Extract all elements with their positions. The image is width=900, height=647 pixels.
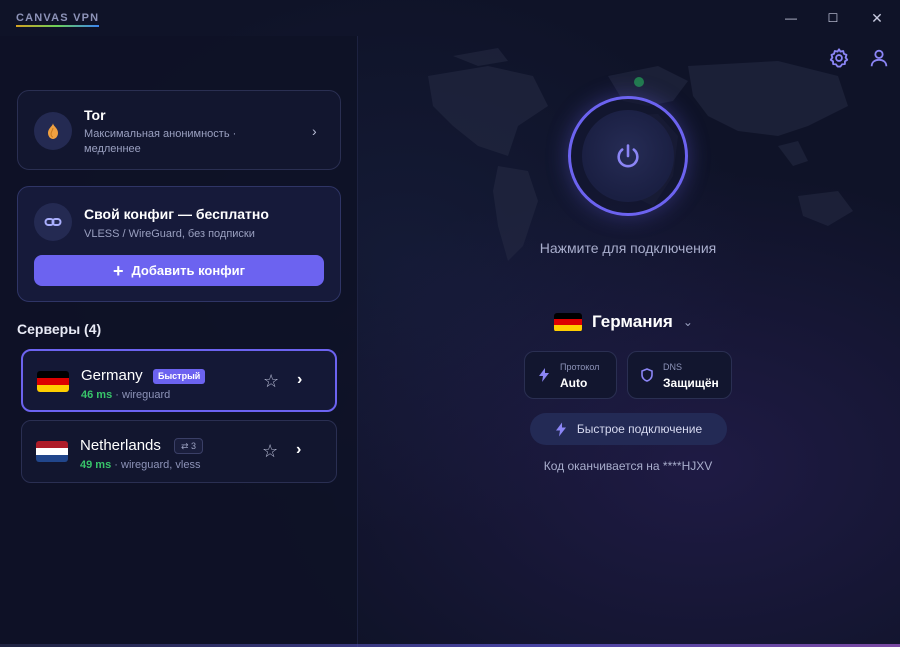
quick-connect-button[interactable]: Быстрое подключение [530, 413, 727, 445]
ping-value: 46 ms [81, 389, 113, 401]
shield-icon [641, 368, 653, 382]
custom-config-card: Свой конфиг — бесплатно VLESS / WireGuar… [17, 186, 341, 302]
chevron-right-icon[interactable]: › [297, 371, 302, 389]
fast-badge: Быстрый [153, 369, 206, 384]
add-config-button[interactable]: + Добавить конфиг [34, 255, 324, 286]
user-icon[interactable] [868, 47, 890, 69]
chevron-right-icon: › [312, 123, 317, 139]
left-panel: Tor Максимальная анонимность · медленнее… [0, 36, 358, 647]
add-config-label: Добавить конфиг [131, 263, 245, 278]
protocol-value: Auto [560, 376, 588, 390]
link-icon [34, 203, 72, 241]
server-name: Germany [81, 367, 143, 384]
power-icon [617, 144, 639, 168]
star-icon[interactable]: ☆ [262, 441, 278, 462]
app-title: CANVAS VPN [16, 12, 100, 27]
chevron-right-icon[interactable]: › [296, 441, 301, 459]
config-title: Свой конфиг — бесплатно [84, 206, 269, 222]
chevron-down-icon: ⌄ [682, 315, 693, 329]
close-button[interactable]: ✕ [866, 8, 888, 28]
star-icon[interactable]: ☆ [263, 371, 279, 392]
quick-connect-label: Быстрое подключение [576, 422, 703, 436]
server-meta: 49 ms · wireguard, vless [80, 459, 201, 471]
app-window: CANVAS VPN — ☐ ✕ Tor Максимальная аноним… [0, 0, 900, 647]
power-button[interactable] [568, 96, 688, 216]
server-meta: 46 ms · wireguard [81, 389, 171, 401]
config-subtitle: VLESS / WireGuard, без подписки [84, 228, 255, 240]
ping-value: 49 ms [80, 459, 112, 471]
country-selector[interactable]: Германия ⌄ [554, 308, 693, 336]
server-protocols: wireguard [122, 389, 171, 401]
code-suffix-text: Код оканчивается на ****HJXV [543, 459, 713, 473]
tor-title: Tor [84, 107, 106, 123]
server-row-germany[interactable]: Germany Быстрый 46 ms · wireguard ☆ › [21, 349, 337, 412]
connect-hint: Нажмите для подключения [539, 240, 717, 256]
protocol-label: Протокол [560, 362, 600, 372]
dns-value: Защищён [663, 376, 719, 390]
bolt-icon [539, 368, 549, 382]
dns-label: DNS [663, 362, 683, 372]
gear-icon[interactable] [828, 47, 850, 69]
plus-icon: + [113, 260, 124, 281]
tor-subtitle: Максимальная анонимность · медленнее [84, 128, 237, 155]
servers-header: Серверы (4) [17, 321, 102, 337]
country-name: Германия [592, 312, 673, 331]
protocol-card[interactable]: Протокол Auto [524, 351, 617, 399]
tor-card[interactable]: Tor Максимальная анонимность · медленнее… [17, 90, 341, 170]
germany-flag-icon [554, 312, 582, 332]
main-panel: Нажмите для подключения Германия ⌄ Прото… [358, 36, 900, 647]
config-count-badge: ⇄ 3 [174, 438, 204, 454]
netherlands-flag-icon [36, 441, 68, 462]
dns-card[interactable]: DNS Защищён [627, 351, 732, 399]
minimize-button[interactable]: — [780, 8, 802, 28]
maximize-button[interactable]: ☐ [822, 8, 844, 28]
bolt-icon [555, 422, 566, 436]
server-name: Netherlands [80, 437, 161, 454]
onion-icon [34, 112, 72, 150]
title-bar: CANVAS VPN — ☐ ✕ [0, 0, 900, 36]
server-protocols: wireguard, vless [121, 459, 201, 471]
server-row-netherlands[interactable]: Netherlands ⇄ 3 49 ms · wireguard, vless… [21, 420, 337, 483]
germany-flag-icon [37, 371, 69, 392]
